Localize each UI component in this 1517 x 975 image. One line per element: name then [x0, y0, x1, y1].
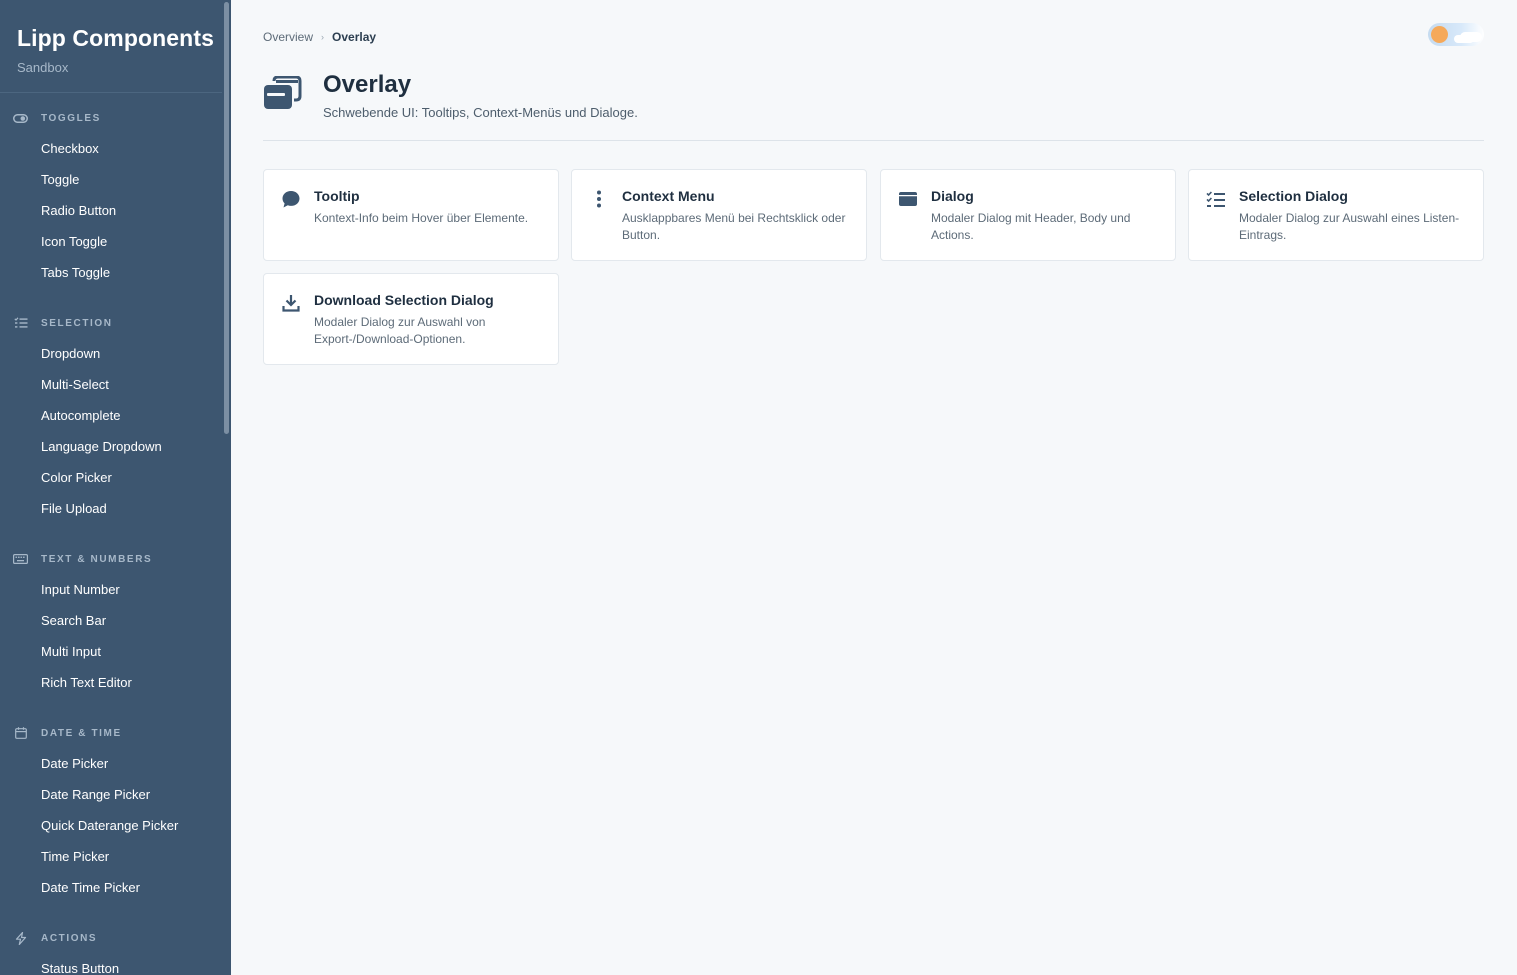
sidebar: Lipp Components Sandbox TOGGLES Checkbox…: [0, 0, 231, 975]
section-actions: ACTIONS: [13, 931, 97, 945]
card-title: Tooltip: [314, 188, 360, 204]
section-label: SELECTION: [41, 317, 113, 329]
download-icon: [281, 293, 301, 313]
card-title: Context Menu: [622, 188, 715, 204]
card-selection-dialog[interactable]: Selection Dialog Modaler Dialog zur Ausw…: [1188, 169, 1484, 261]
scrollbar-thumb[interactable]: [224, 2, 229, 434]
sidebar-item-quick-daterange-picker[interactable]: Quick Daterange Picker: [41, 818, 178, 833]
sidebar-item-radio-button[interactable]: Radio Button: [41, 203, 116, 218]
calendar-icon: [13, 727, 28, 739]
card-dialog[interactable]: Dialog Modaler Dialog mit Header, Body u…: [880, 169, 1176, 261]
sidebar-item-tabs-toggle[interactable]: Tabs Toggle: [41, 265, 110, 280]
divider: [0, 92, 222, 93]
breadcrumb-current: Overlay: [332, 30, 377, 44]
sidebar-item-input-number[interactable]: Input Number: [41, 582, 120, 597]
window-icon: [898, 189, 918, 209]
list-check-icon: [1206, 189, 1226, 209]
section-label: DATE & TIME: [41, 727, 122, 739]
card-title: Dialog: [931, 188, 974, 204]
page-description: Schwebende UI: Tooltips, Context-Menüs u…: [323, 105, 638, 120]
sidebar-scrollbar[interactable]: [223, 0, 231, 975]
brand-title[interactable]: Lipp Components: [17, 25, 214, 52]
sidebar-item-date-picker[interactable]: Date Picker: [41, 756, 108, 771]
card-tooltip[interactable]: Tooltip Kontext-Info beim Hover über Ele…: [263, 169, 559, 261]
card-description: Ausklappbares Menü bei Rechtsklick oder …: [622, 211, 846, 242]
sidebar-item-checkbox[interactable]: Checkbox: [41, 141, 99, 156]
sidebar-item-toggle[interactable]: Toggle: [41, 172, 79, 187]
sidebar-item-icon-toggle[interactable]: Icon Toggle: [41, 234, 107, 249]
sidebar-item-multi-input[interactable]: Multi Input: [41, 644, 101, 659]
section-date-time: DATE & TIME: [13, 726, 122, 740]
vertical-dots-icon: [589, 189, 609, 209]
sidebar-item-search-bar[interactable]: Search Bar: [41, 613, 106, 628]
main-content: Overview › Overlay Overlay Schwebende UI…: [231, 0, 1517, 975]
window-stack-icon: [263, 75, 303, 110]
brand: Lipp Components Sandbox: [17, 25, 214, 75]
page-title: Overlay: [323, 71, 412, 98]
sidebar-item-language-dropdown[interactable]: Language Dropdown: [41, 439, 162, 454]
card-description: Modaler Dialog zur Auswahl eines Listen-…: [1239, 211, 1460, 242]
keyboard-icon: [13, 553, 28, 565]
card-download-selection-dialog[interactable]: Download Selection Dialog Modaler Dialog…: [263, 273, 559, 365]
card-title: Download Selection Dialog: [314, 292, 494, 308]
sidebar-item-time-picker[interactable]: Time Picker: [41, 849, 109, 864]
divider: [263, 140, 1484, 141]
card-description: Kontext-Info beim Hover über Elemente.: [314, 211, 529, 225]
theme-toggle[interactable]: [1428, 23, 1484, 46]
toggle-icon: [13, 112, 28, 124]
sidebar-item-autocomplete[interactable]: Autocomplete: [41, 408, 121, 423]
section-label: TEXT & NUMBERS: [41, 553, 153, 565]
sidebar-item-status-button[interactable]: Status Button: [41, 961, 119, 975]
sidebar-item-file-upload[interactable]: File Upload: [41, 501, 107, 516]
sidebar-item-color-picker[interactable]: Color Picker: [41, 470, 112, 485]
cloud-icon: [1460, 32, 1482, 42]
card-title: Selection Dialog: [1239, 188, 1348, 204]
section-label: ACTIONS: [41, 932, 98, 944]
breadcrumb: Overview › Overlay: [263, 30, 376, 44]
section-toggles: TOGGLES: [13, 111, 101, 125]
sidebar-item-date-time-picker[interactable]: Date Time Picker: [41, 880, 140, 895]
sidebar-item-date-range-picker[interactable]: Date Range Picker: [41, 787, 150, 802]
card-context-menu[interactable]: Context Menu Ausklappbares Menü bei Rech…: [571, 169, 867, 261]
breadcrumb-overview[interactable]: Overview: [263, 30, 313, 44]
sidebar-item-multi-select[interactable]: Multi-Select: [41, 377, 109, 392]
speech-bubble-icon: [281, 189, 301, 209]
brand-subtitle: Sandbox: [17, 60, 69, 75]
section-selection: SELECTION: [13, 316, 113, 330]
card-description: Modaler Dialog zur Auswahl von Export-/D…: [314, 315, 486, 346]
section-label: TOGGLES: [41, 112, 101, 124]
sidebar-item-rich-text-editor[interactable]: Rich Text Editor: [41, 675, 132, 690]
card-description: Modaler Dialog mit Header, Body und Acti…: [931, 211, 1131, 242]
sidebar-item-dropdown[interactable]: Dropdown: [41, 346, 100, 361]
list-check-icon: [13, 317, 28, 329]
chevron-right-icon: ›: [321, 32, 325, 42]
section-text-numbers: TEXT & NUMBERS: [13, 552, 152, 566]
sun-icon: [1431, 26, 1448, 43]
bolt-icon: [13, 931, 28, 945]
